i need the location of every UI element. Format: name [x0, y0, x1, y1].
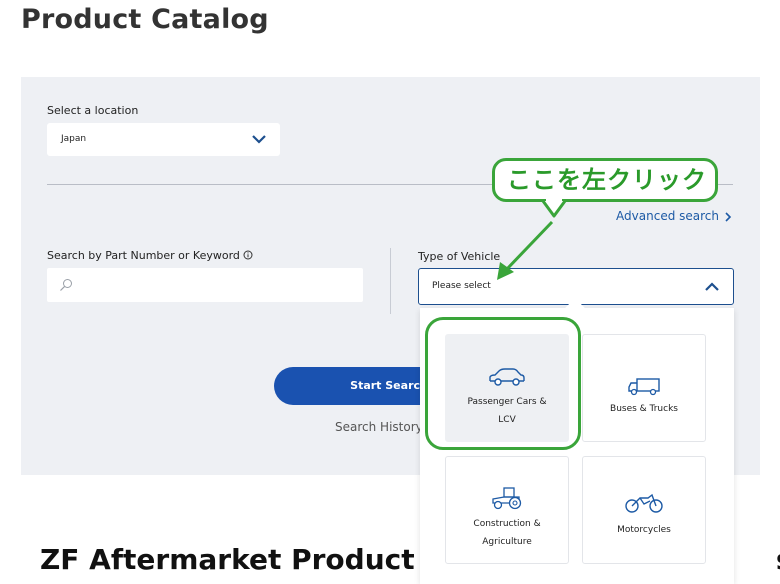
annotation-arrow-icon: [497, 198, 567, 280]
